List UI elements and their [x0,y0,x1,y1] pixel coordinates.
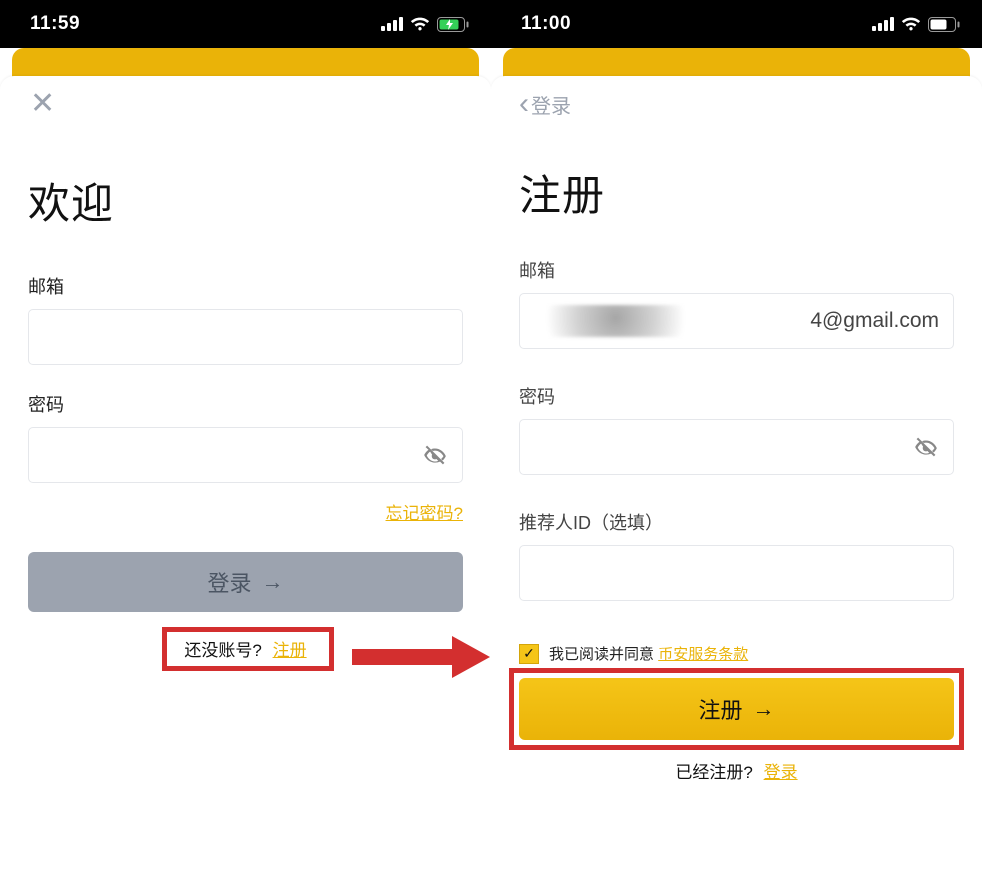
register-sheet: ‹ 登录 注册 邮箱 4@gmail.com 密码 [491,76,982,872]
status-bar-right: 11:00 [491,0,982,48]
no-account-text: 还没账号? [184,641,261,660]
status-time: 11:00 [521,13,571,35]
terms-text: 我已阅读并同意 币安服务条款 [549,643,748,664]
terms-row: ✓ 我已阅读并同意 币安服务条款 [519,643,954,664]
forgot-password-link[interactable]: 忘记密码? [386,504,463,523]
forgot-password-row: 忘记密码? [28,499,463,524]
email-tail: 4@gmail.com [810,309,939,333]
back-button[interactable]: ‹ 登录 [519,89,571,119]
battery-icon [928,17,960,32]
arrow-right-icon: → [753,696,775,722]
terms-link[interactable]: 币安服务条款 [658,646,748,663]
page-title: 注册 [519,162,954,223]
referrer-label: 推荐人ID（选填） [519,509,954,535]
battery-charging-icon [437,17,469,32]
password-field[interactable] [519,419,954,475]
signal-icon [872,17,894,31]
eye-off-icon[interactable] [913,434,939,460]
login-sheet: ✕ 欢迎 邮箱 密码 忘记密码? 登录 → 还没账号? [0,76,491,872]
password-field[interactable] [28,427,463,483]
password-label: 密码 [28,391,463,417]
register-button[interactable]: 注册 → [519,678,954,740]
register-screen: 11:00 ‹ 登录 注册 邮箱 [491,0,982,872]
already-text: 已经注册? [675,763,752,782]
email-field[interactable]: 4@gmail.com [519,293,954,349]
page-title: 欢迎 [28,170,463,231]
status-indicators [381,17,469,32]
email-label: 邮箱 [519,257,954,283]
register-link[interactable]: 注册 [273,641,307,660]
status-time: 11:59 [30,13,80,35]
email-value-censored: 4@gmail.com [534,294,939,348]
chevron-left-icon: ‹ [519,89,529,119]
login-button[interactable]: 登录 → [28,552,463,612]
check-icon: ✓ [523,645,535,662]
eye-off-icon[interactable] [422,442,448,468]
email-field[interactable] [28,309,463,365]
status-bar-left: 11:59 [0,0,491,48]
wifi-icon [901,17,921,31]
status-indicators [872,17,960,32]
register-prompt: 还没账号? 注册 [28,636,463,661]
login-screen: 11:59 ✕ 欢迎 邮箱 密码 [0,0,491,872]
login-button-label: 登录 [207,566,251,598]
register-button-label: 注册 [698,693,742,725]
arrow-right-icon: → [262,569,284,595]
close-icon[interactable]: ✕ [28,89,55,119]
back-label: 登录 [531,90,571,119]
referrer-field[interactable] [519,545,954,601]
login-prompt: 已经注册? 登录 [519,758,954,783]
password-label: 密码 [519,383,954,409]
login-link[interactable]: 登录 [764,763,798,782]
wifi-icon [410,17,430,31]
email-label: 邮箱 [28,273,463,299]
terms-checkbox[interactable]: ✓ [519,644,539,664]
signal-icon [381,17,403,31]
